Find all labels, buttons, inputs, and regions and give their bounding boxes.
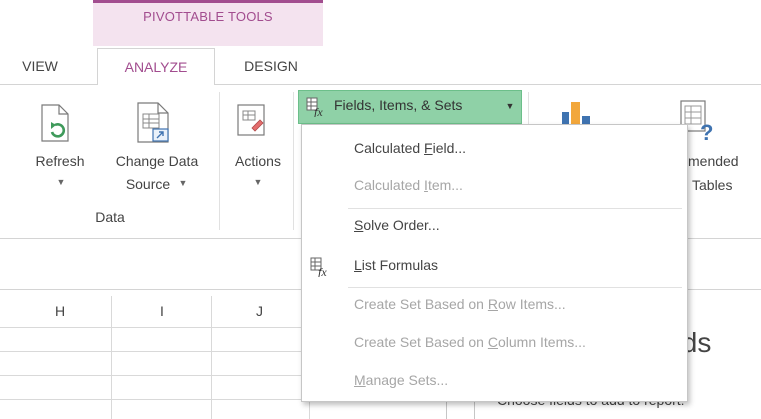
menu-item-create-set-row: Create Set Based on Row Items... bbox=[354, 296, 566, 312]
formula-list-icon: fx bbox=[310, 257, 327, 277]
fields-items-sets-icon: fx bbox=[306, 97, 323, 117]
data-group-label: Data bbox=[95, 209, 125, 225]
menu-item-calculated-item: Calculated Item... bbox=[354, 177, 463, 193]
svg-text:fx: fx bbox=[318, 265, 327, 277]
actions-icon bbox=[237, 104, 265, 136]
column-header-h[interactable]: H bbox=[10, 296, 110, 326]
svg-text:?: ? bbox=[700, 120, 713, 142]
column-header-i[interactable]: I bbox=[112, 296, 212, 326]
tab-analyze[interactable]: ANALYZE bbox=[97, 48, 215, 85]
menu-item-manage-sets: Manage Sets... bbox=[354, 372, 449, 388]
menu-item-list-formulas[interactable]: List Formulas bbox=[354, 257, 438, 273]
group-separator bbox=[219, 92, 220, 230]
menu-separator bbox=[348, 287, 682, 288]
refresh-icon bbox=[41, 104, 69, 142]
tab-design[interactable]: DESIGN bbox=[228, 48, 314, 85]
menu-item-solve-order[interactable]: Solve Order... bbox=[354, 217, 440, 233]
recommended-label-line2: Tables bbox=[692, 177, 733, 193]
refresh-label: Refresh bbox=[35, 153, 85, 169]
change-data-source-caret-icon: ▼ bbox=[178, 178, 188, 188]
contextual-tab-group-title: PIVOTTABLE TOOLS bbox=[143, 9, 273, 24]
tab-view[interactable]: VIEW bbox=[10, 48, 70, 85]
group-separator bbox=[293, 92, 294, 230]
grid-line bbox=[111, 296, 112, 419]
refresh-caret-icon: ▼ bbox=[56, 177, 66, 187]
actions-label: Actions bbox=[235, 153, 281, 169]
fields-items-sets-caret-icon: ▼ bbox=[505, 101, 515, 111]
column-header-j[interactable]: J bbox=[212, 296, 307, 326]
recommended-label-line1: mended bbox=[688, 153, 739, 169]
change-data-source-icon bbox=[137, 102, 169, 143]
svg-text:fx: fx bbox=[314, 105, 323, 117]
change-data-source-label-line1: Change Data bbox=[115, 153, 199, 169]
menu-item-calculated-field[interactable]: Calculated Field... bbox=[354, 140, 466, 156]
menu-separator bbox=[348, 208, 682, 209]
fields-items-sets-menu: Calculated Field... Calculated Item... S… bbox=[301, 124, 688, 402]
grid-line bbox=[211, 296, 212, 419]
change-data-source-label-line2: Source bbox=[125, 176, 171, 192]
menu-item-create-set-column: Create Set Based on Column Items... bbox=[354, 334, 586, 350]
actions-caret-icon: ▼ bbox=[253, 177, 263, 187]
fields-items-sets-label: Fields, Items, & Sets bbox=[334, 97, 463, 113]
